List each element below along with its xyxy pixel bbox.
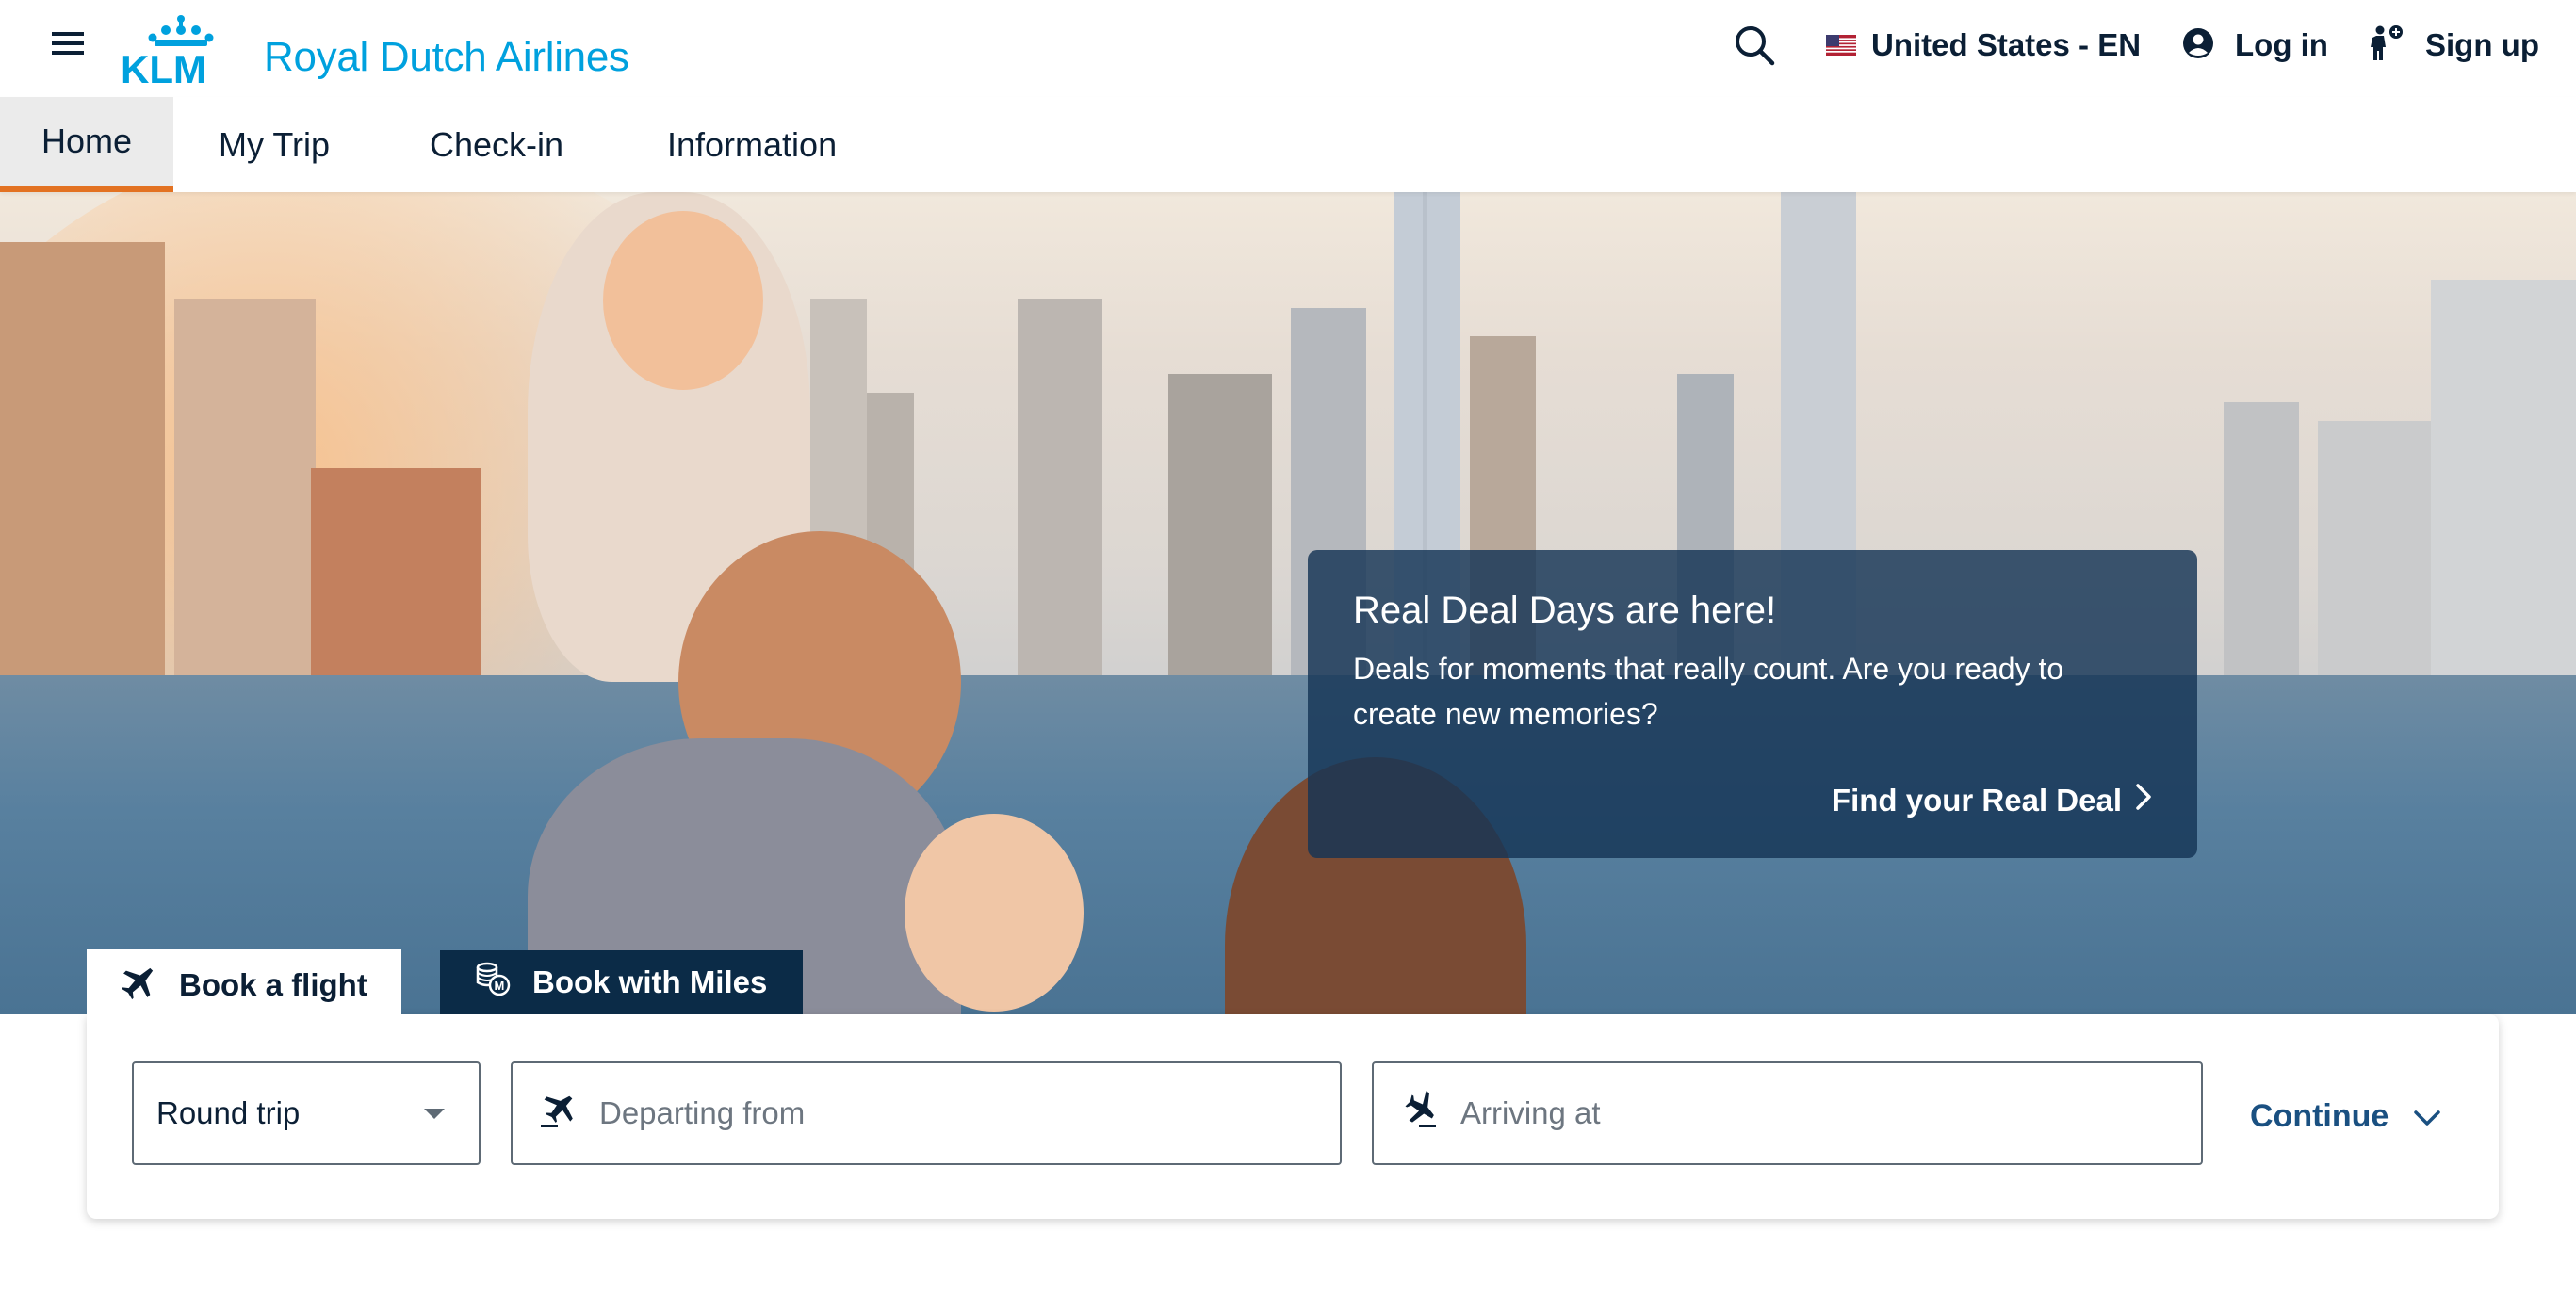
landing-icon <box>1400 1091 1442 1136</box>
caret-down-icon <box>424 1109 445 1119</box>
skyline-building <box>2224 402 2299 675</box>
arriving-at-input[interactable] <box>1459 1094 2178 1132</box>
promo-card: Real Deal Days are here! Deals for momen… <box>1308 550 2197 858</box>
airplane-icon <box>121 963 158 1008</box>
skyline-building <box>1018 299 1102 675</box>
chevron-right-icon <box>2135 783 2152 818</box>
tab-book-with-miles[interactable]: M Book with Miles <box>440 950 803 1014</box>
skyline-building <box>174 299 316 675</box>
tab-information[interactable]: Information <box>667 97 837 192</box>
booking-panel: Round trip Continue <box>87 1014 2499 1219</box>
login-button[interactable]: Log in <box>2182 21 2328 70</box>
svg-text:KLM: KLM <box>121 47 206 83</box>
trip-type-value: Round trip <box>156 1095 301 1130</box>
hamburger-icon <box>52 31 84 60</box>
skyline-building <box>311 468 481 675</box>
book-miles-label: Book with Miles <box>532 964 768 999</box>
arriving-at-field[interactable] <box>1372 1061 2203 1165</box>
search-button[interactable] <box>1732 23 1777 68</box>
departing-from-field[interactable] <box>511 1061 1342 1165</box>
tab-home[interactable]: Home <box>0 97 173 192</box>
signup-button[interactable]: Sign up <box>2367 21 2539 70</box>
find-real-deal-link[interactable]: Find your Real Deal <box>1832 783 2152 818</box>
locale-selector[interactable]: United States - EN <box>1826 21 2141 70</box>
top-header: KLM Royal Dutch Airlines United States -… <box>0 0 2576 97</box>
person-plus-icon <box>2367 24 2405 67</box>
skyline-building <box>2318 421 2431 675</box>
baby-face <box>905 814 1084 1012</box>
klm-logo[interactable]: KLM <box>121 8 241 83</box>
locale-label: United States - EN <box>1871 27 2142 62</box>
book-flight-label: Book a flight <box>179 967 367 1002</box>
logo-tagline: Royal Dutch Airlines <box>264 34 629 80</box>
promo-link-label: Find your Real Deal <box>1831 783 2122 818</box>
search-icon <box>1732 26 1777 72</box>
us-flag-icon <box>1826 35 1856 56</box>
skyline-building <box>2431 280 2576 675</box>
svg-text:M: M <box>495 979 505 993</box>
promo-body: Deals for moments that really count. Are… <box>1353 652 2064 731</box>
departing-from-input[interactable] <box>597 1094 1317 1132</box>
menu-button[interactable] <box>49 26 87 64</box>
klm-crown-logo-icon: KLM <box>121 15 214 83</box>
signup-label: Sign up <box>2425 27 2539 62</box>
trip-type-select[interactable]: Round trip <box>132 1061 481 1165</box>
login-label: Log in <box>2235 27 2328 62</box>
child-face <box>603 211 763 390</box>
user-circle-icon <box>2182 27 2214 64</box>
skyline-building <box>0 242 165 675</box>
tab-my-trip[interactable]: My Trip <box>219 97 330 192</box>
continue-label: Continue <box>2250 1097 2389 1134</box>
miles-coins-icon: M <box>474 960 512 1005</box>
promo-title: Real Deal Days are here! <box>1353 590 1777 631</box>
skyline-building <box>1168 374 1272 675</box>
continue-button[interactable]: Continue <box>2250 1095 2441 1137</box>
main-nav: Home My Trip Check-in Information <box>0 97 2576 192</box>
tab-book-a-flight[interactable]: Book a flight <box>87 949 401 1021</box>
chevron-down-icon <box>2413 1098 2441 1135</box>
takeoff-icon <box>539 1091 580 1136</box>
tab-check-in[interactable]: Check-in <box>430 97 563 192</box>
